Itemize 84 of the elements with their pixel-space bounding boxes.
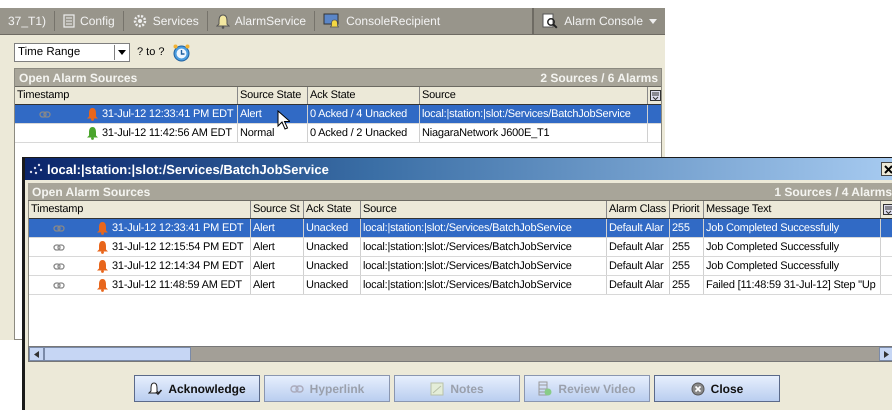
- alarm-row[interactable]: 31-Jul-12 11:48:59 AM EDT Alert Unacked local:|station:|slot:/Services/BatchJobService Default Alar 255 Failed [11:48:59 31-Jul-12] Step "Up: [29, 276, 892, 295]
- table-cell: 0 Acked / 4 Unacked: [308, 105, 420, 123]
- table-cell: Default Alar: [607, 219, 670, 237]
- column-header[interactable]: Source: [420, 87, 648, 104]
- table-cell: Default Alar: [607, 238, 670, 256]
- table-cell: 255: [670, 238, 704, 256]
- column-header[interactable]: Priorit: [670, 201, 704, 218]
- alarm-clock-icon[interactable]: [172, 42, 191, 62]
- table-cell: Unacked: [304, 219, 361, 237]
- table-cell: 255: [670, 257, 704, 275]
- magnifier-page-icon: [542, 13, 558, 29]
- column-header[interactable]: Alarm Class: [607, 201, 670, 218]
- bell-check-icon: [148, 382, 162, 396]
- table-cell: Job Completed Successfully: [704, 238, 881, 256]
- caret-icon: [118, 50, 126, 54]
- column-header[interactable]: Source St: [251, 201, 304, 218]
- dialog-title: local:|station:|slot:/Services/BatchJobService: [47, 162, 329, 176]
- table-cell: 255: [670, 276, 704, 294]
- alarm-row[interactable]: 31-Jul-12 12:33:41 PM EDT Alert Unacked local:|station:|slot:/Services/BatchJobService Default Alar 255 Job Completed Successfully: [29, 219, 892, 238]
- alarm-row[interactable]: 31-Jul-12 12:15:54 PM EDT Alert Unacked local:|station:|slot:/Services/BatchJobService Default Alar 255 Job Completed Successfully: [29, 238, 892, 257]
- right-arrow-icon: [884, 350, 889, 358]
- alarm-source-row[interactable]: 31-Jul-12 12:33:41 PM EDT Alert 0 Acked / 4 Unacked local:|station:|slot:/Services/BatchJobService: [15, 105, 661, 124]
- column-header[interactable]: Timestamp: [29, 201, 251, 218]
- table-cell: Alert: [251, 238, 304, 256]
- panel-title: Open Alarm Sources: [32, 184, 150, 198]
- table-cell: 0 Acked / 2 Unacked: [308, 124, 420, 142]
- close-icon[interactable]: [881, 162, 892, 176]
- column-chooser-icon[interactable]: [883, 204, 892, 215]
- timestamp-text: 31-Jul-12 11:48:59 AM EDT: [112, 278, 242, 293]
- table-cell: local:|station:|slot:/Services/BatchJobService: [361, 276, 607, 294]
- dots-icon: [29, 163, 43, 175]
- close-button[interactable]: Close: [654, 375, 780, 402]
- caret-icon: [649, 18, 657, 24]
- link-icon: [290, 384, 304, 392]
- alarm-count: 1 Sources / 4 Alarms: [774, 184, 892, 198]
- table-cell: local:|station:|slot:/Services/BatchJobService: [420, 105, 648, 123]
- close-icon: [690, 382, 705, 396]
- table-cell: NiagaraNetwork J600E_T1: [420, 124, 648, 142]
- timestamp-text: 31-Jul-12 12:14:34 PM EDT: [112, 259, 244, 274]
- table-cell: Unacked: [304, 257, 361, 275]
- gear-icon: [132, 13, 148, 29]
- column-chooser-icon[interactable]: [650, 90, 661, 101]
- scrollbar-thumb[interactable]: [44, 347, 191, 361]
- bell-icon: [216, 14, 230, 28]
- column-header[interactable]: Ack State: [308, 87, 420, 104]
- monitor-bell-icon: [323, 13, 342, 29]
- table-cell: Alert: [251, 219, 304, 237]
- table-cell: Failed [11:48:59 31-Jul-12] Step "Up: [704, 276, 881, 294]
- film-icon: [538, 380, 552, 396]
- timestamp-text: 31-Jul-12 11:42:56 AM EDT: [102, 126, 232, 141]
- panel-title: Open Alarm Sources: [19, 70, 138, 84]
- table-cell: Alert: [251, 257, 304, 275]
- left-arrow-icon: [34, 350, 39, 358]
- scroll-right-button[interactable]: [879, 347, 892, 361]
- table-cell: local:|station:|slot:/Services/BatchJobService: [361, 238, 607, 256]
- column-header[interactable]: Timestamp: [15, 87, 238, 104]
- alarm-source-row[interactable]: 31-Jul-12 11:42:56 AM EDT Normal 0 Acked / 2 Unacked NiagaraNetwork J600E_T1: [15, 124, 661, 143]
- alarm-count: 2 Sources / 6 Alarms: [540, 70, 658, 84]
- column-header[interactable]: Ack State: [304, 201, 361, 218]
- table-cell: Unacked: [304, 238, 361, 256]
- table-cell: 255: [670, 219, 704, 237]
- table-cell: local:|station:|slot:/Services/BatchJobService: [361, 257, 607, 275]
- column-header[interactable]: Source State: [238, 87, 308, 104]
- time-range-dropdown[interactable]: Time Range: [14, 42, 130, 62]
- column-header[interactable]: Source: [361, 201, 607, 218]
- document-icon: [63, 14, 76, 28]
- table-cell: Job Completed Successfully: [704, 219, 881, 237]
- table-cell: Job Completed Successfully: [704, 257, 881, 275]
- scroll-left-button[interactable]: [29, 347, 44, 361]
- table-cell: local:|station:|slot:/Services/BatchJobService: [361, 219, 607, 237]
- timestamp-text: 31-Jul-12 12:33:41 PM EDT: [102, 107, 234, 122]
- timestamp-text: 31-Jul-12 12:33:41 PM EDT: [112, 221, 244, 236]
- alarm-row[interactable]: 31-Jul-12 12:14:34 PM EDT Alert Unacked local:|station:|slot:/Services/BatchJobService Default Alar 255 Job Completed Successfully: [29, 257, 892, 276]
- horizontal-scrollbar[interactable]: [28, 346, 892, 362]
- note-icon: [430, 382, 444, 396]
- range-text: ? to ?: [137, 46, 165, 58]
- table-cell: Alert: [251, 276, 304, 294]
- table-cell: Default Alar: [607, 257, 670, 275]
- column-header[interactable]: Message Text: [704, 201, 881, 218]
- table-cell: Default Alar: [607, 276, 670, 294]
- acknowledge-button[interactable]: Acknowledge: [134, 375, 260, 402]
- timestamp-text: 31-Jul-12 12:15:54 PM EDT: [112, 240, 244, 255]
- mouse-pointer-icon: [277, 110, 290, 130]
- table-cell: Unacked: [304, 276, 361, 294]
